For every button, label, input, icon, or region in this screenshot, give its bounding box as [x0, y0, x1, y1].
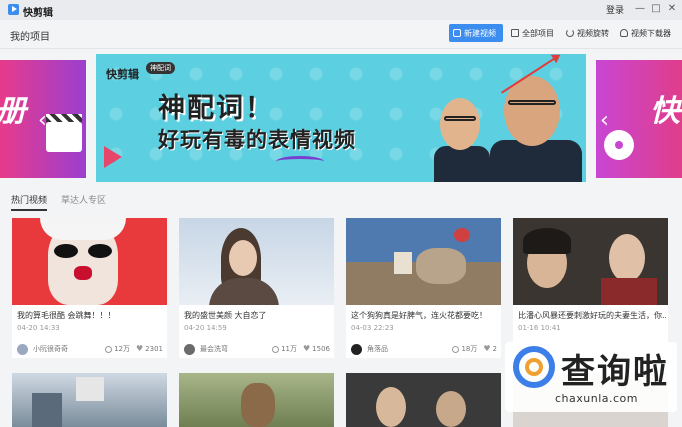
- banner-tag: 神配词: [146, 62, 175, 74]
- video-card[interactable]: [12, 373, 167, 427]
- person-right-image: [484, 70, 584, 182]
- banner-subheadline: 好玩有毒的表情视频: [158, 128, 356, 152]
- video-time: 04-20 14:59: [184, 324, 227, 332]
- play-count-value: 11万: [281, 345, 297, 353]
- play-icon: [104, 146, 122, 168]
- watermark-domain: chaxunla.com: [555, 392, 638, 405]
- tab-creator-zone[interactable]: 草达人专区: [61, 193, 106, 211]
- author-name[interactable]: 小阮很奇奇: [33, 344, 99, 354]
- plus-icon: [453, 29, 461, 37]
- category-tabs: 热门视频 草达人专区: [11, 193, 106, 211]
- video-thumbnail[interactable]: [12, 218, 167, 305]
- video-time: 04-20 14:33: [17, 324, 60, 332]
- video-rotate-button[interactable]: 视频旋转: [562, 24, 613, 42]
- video-title[interactable]: 比潘心风暴还要刺激好玩的夫妻生活，你...: [518, 310, 666, 321]
- watermark-logo-icon: [513, 346, 555, 388]
- main-banner[interactable]: 快剪辑 神配词 神配词！ 好玩有毒的表情视频: [96, 54, 586, 182]
- banner-brand: 快剪辑: [106, 68, 139, 81]
- toolbar: 我的项目 新建视频 全部项目 视频旋转 视频下载器: [0, 20, 682, 49]
- video-downloader-button[interactable]: 视频下载器: [616, 24, 675, 42]
- play-count-icon: [105, 345, 113, 353]
- banner-carousel: 册 ‹ 快剪辑 神配词 神配词！ 好玩有毒的表情视频 ‹ 快: [0, 50, 682, 182]
- like-count-value: 2: [492, 345, 497, 353]
- video-footer: 角落品 18万 ♥ 2: [351, 342, 497, 356]
- app-name: 快剪辑: [23, 8, 53, 19]
- video-title[interactable]: 我的盛世美颜 大自恋了: [184, 310, 332, 321]
- page-title: 我的项目: [10, 32, 50, 43]
- video-card[interactable]: 比潘心风暴还要刺激好玩的夫妻生活，你... 01-16 10:41: [513, 218, 668, 358]
- new-video-button[interactable]: 新建视频: [449, 24, 503, 42]
- rotate-icon: [566, 29, 574, 37]
- video-card[interactable]: [346, 373, 501, 427]
- clapperboard-icon: [46, 114, 82, 152]
- app-logo-icon: [8, 4, 19, 15]
- all-projects-label: 全部项目: [522, 28, 554, 38]
- squiggle-decoration: [276, 156, 324, 167]
- previous-banner-text: 册: [0, 86, 26, 130]
- play-count: 12万: [105, 344, 130, 354]
- play-count: 11万: [272, 344, 297, 354]
- video-time: 01-16 10:41: [518, 324, 561, 332]
- like-count-value: 1506: [312, 345, 330, 353]
- video-card[interactable]: 这个狗狗真是好脾气，连火花都要吃！ 04-03 22:23 角落品 18万 ♥ 2: [346, 218, 501, 358]
- author-name[interactable]: 最会洗弯: [200, 344, 266, 354]
- cloud-download-icon: [620, 29, 628, 37]
- next-banner[interactable]: ‹ 快: [596, 60, 682, 178]
- play-count-icon: [272, 345, 280, 353]
- avatar[interactable]: [184, 343, 195, 355]
- banner-headline: 神配词！: [158, 93, 274, 124]
- all-projects-button[interactable]: 全部项目: [507, 24, 558, 42]
- previous-banner[interactable]: 册 ‹: [0, 60, 86, 178]
- heart-icon: ♥: [136, 344, 144, 353]
- login-link[interactable]: 登录: [606, 3, 624, 16]
- new-video-label: 新建视频: [464, 28, 496, 38]
- like-count[interactable]: ♥ 2301: [136, 344, 163, 354]
- video-downloader-label: 视频下载器: [631, 28, 671, 38]
- video-card[interactable]: 我的算毛很酷 会跳舞！！！ 04-20 14:33 小阮很奇奇 12万 ♥ 230…: [12, 218, 167, 358]
- video-footer: 最会洗弯 11万 ♥ 1506: [184, 342, 330, 356]
- video-title[interactable]: 这个狗狗真是好脾气，连火花都要吃！: [351, 310, 499, 321]
- chevron-right-icon[interactable]: ‹: [600, 108, 609, 133]
- video-thumbnail[interactable]: [179, 218, 334, 305]
- play-count-value: 18万: [461, 345, 478, 353]
- like-count[interactable]: ♥ 1506: [303, 344, 330, 354]
- play-count-value: 12万: [114, 345, 130, 353]
- avatar[interactable]: [17, 343, 28, 355]
- next-banner-text: 快: [650, 94, 680, 129]
- author-name[interactable]: 角落品: [367, 344, 446, 354]
- video-title[interactable]: 我的算毛很酷 会跳舞！！！: [17, 310, 165, 321]
- heart-icon: ♥: [303, 344, 311, 353]
- video-card[interactable]: 我的盛世美颜 大自恋了 04-20 14:59 最会洗弯 11万 ♥ 1506: [179, 218, 334, 358]
- video-rotate-label: 视频旋转: [577, 28, 609, 38]
- video-thumbnail[interactable]: [346, 218, 501, 305]
- avatar[interactable]: [351, 343, 362, 355]
- heart-icon: ♥: [483, 344, 491, 353]
- title-bar: 快剪辑 登录 — □ ✕: [0, 0, 682, 20]
- watermark-text: 查询啦: [561, 352, 669, 392]
- play-count: 18万: [452, 344, 477, 354]
- like-count-value: 2301: [145, 345, 163, 353]
- film-reel-icon: [604, 130, 634, 160]
- video-card[interactable]: [179, 373, 334, 427]
- video-thumbnail[interactable]: [513, 218, 668, 305]
- minimize-button[interactable]: —: [634, 3, 646, 15]
- watermark: 查询啦 chaxunla.com: [505, 342, 677, 412]
- video-time: 04-03 22:23: [351, 324, 394, 332]
- like-count[interactable]: ♥ 2: [483, 344, 497, 354]
- close-button[interactable]: ✕: [666, 3, 678, 15]
- folder-icon: [511, 29, 519, 37]
- tab-hot-videos[interactable]: 热门视频: [11, 193, 48, 211]
- video-footer: 小阮很奇奇 12万 ♥ 2301: [17, 342, 163, 356]
- maximize-button[interactable]: □: [650, 3, 662, 15]
- play-count-icon: [452, 345, 460, 353]
